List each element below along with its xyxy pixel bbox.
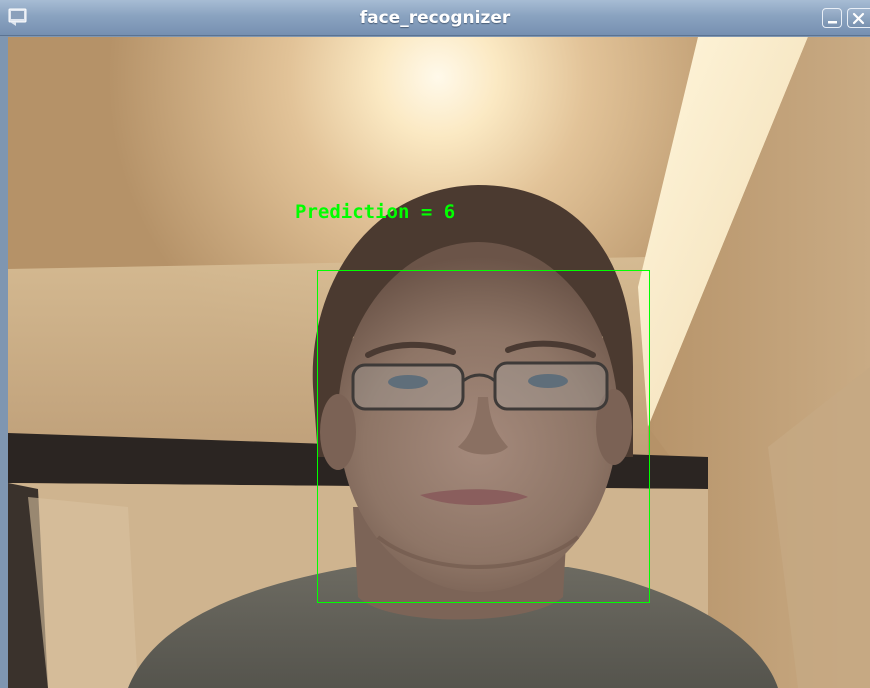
- minimize-icon: [828, 21, 837, 24]
- camera-feed: [8, 37, 870, 688]
- minimize-button[interactable]: [822, 8, 842, 28]
- application-window: face_recognizer Prediction = 6: [0, 0, 870, 688]
- face-detection-box: [317, 270, 650, 603]
- close-button[interactable]: [847, 8, 870, 28]
- window-title: face_recognizer: [359, 8, 511, 28]
- prediction-label: Prediction = 6: [295, 201, 456, 223]
- close-icon: [852, 12, 865, 25]
- title-bar[interactable]: face_recognizer: [0, 0, 870, 36]
